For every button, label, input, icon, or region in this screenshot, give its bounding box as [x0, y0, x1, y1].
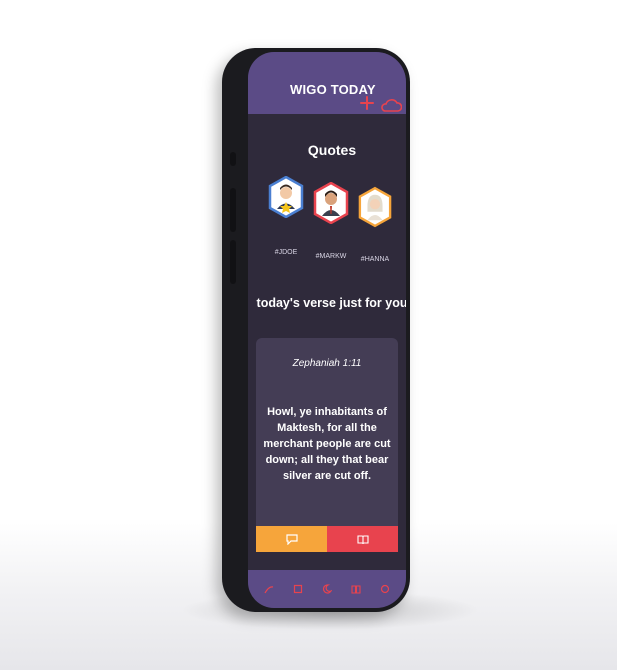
- avatar-label-jdoe: #JDOE: [274, 249, 298, 256]
- phone-screen: WIGO TODAY Quotes #JDOE #MARKW #HANNA to…: [248, 52, 406, 608]
- verse-reference: Zephaniah 1:11: [292, 358, 362, 369]
- book-open-icon[interactable]: [351, 584, 361, 594]
- plus-icon[interactable]: [360, 96, 374, 110]
- volume-down-button: [230, 240, 236, 284]
- bookmark-icon[interactable]: [264, 584, 274, 594]
- read-button[interactable]: [327, 526, 398, 552]
- avatar-markw[interactable]: [313, 182, 349, 224]
- verse-heading: today's verse just for you: [256, 296, 406, 310]
- book-icon[interactable]: [293, 584, 303, 594]
- volume-up-button: [230, 188, 236, 232]
- avatar-jdoe[interactable]: [268, 176, 304, 218]
- moon-icon[interactable]: [322, 584, 332, 594]
- mute-switch: [230, 152, 236, 166]
- app-header: WIGO TODAY: [248, 52, 406, 114]
- verse-text: Howl, ye inhabitants of Maktesh, for all…: [263, 406, 391, 482]
- cloud-icon[interactable]: [380, 98, 402, 112]
- bottom-nav: [248, 570, 406, 608]
- speech-bubble-icon: [285, 533, 298, 545]
- comment-button[interactable]: [256, 526, 327, 552]
- quotes-heading: Quotes: [307, 142, 357, 158]
- verse-action-bar: [256, 526, 398, 552]
- app-title: WIGO TODAY: [290, 82, 376, 97]
- avatar-hanna[interactable]: [358, 186, 392, 228]
- verse-card: Zephaniah 1:11 Howl, ye inhabitants of M…: [256, 338, 398, 526]
- avatar-label-markw: #MARKW: [315, 253, 347, 260]
- avatar-label-hanna: #HANNA: [360, 256, 390, 263]
- circle-icon[interactable]: [380, 584, 390, 594]
- book-icon: [356, 534, 369, 544]
